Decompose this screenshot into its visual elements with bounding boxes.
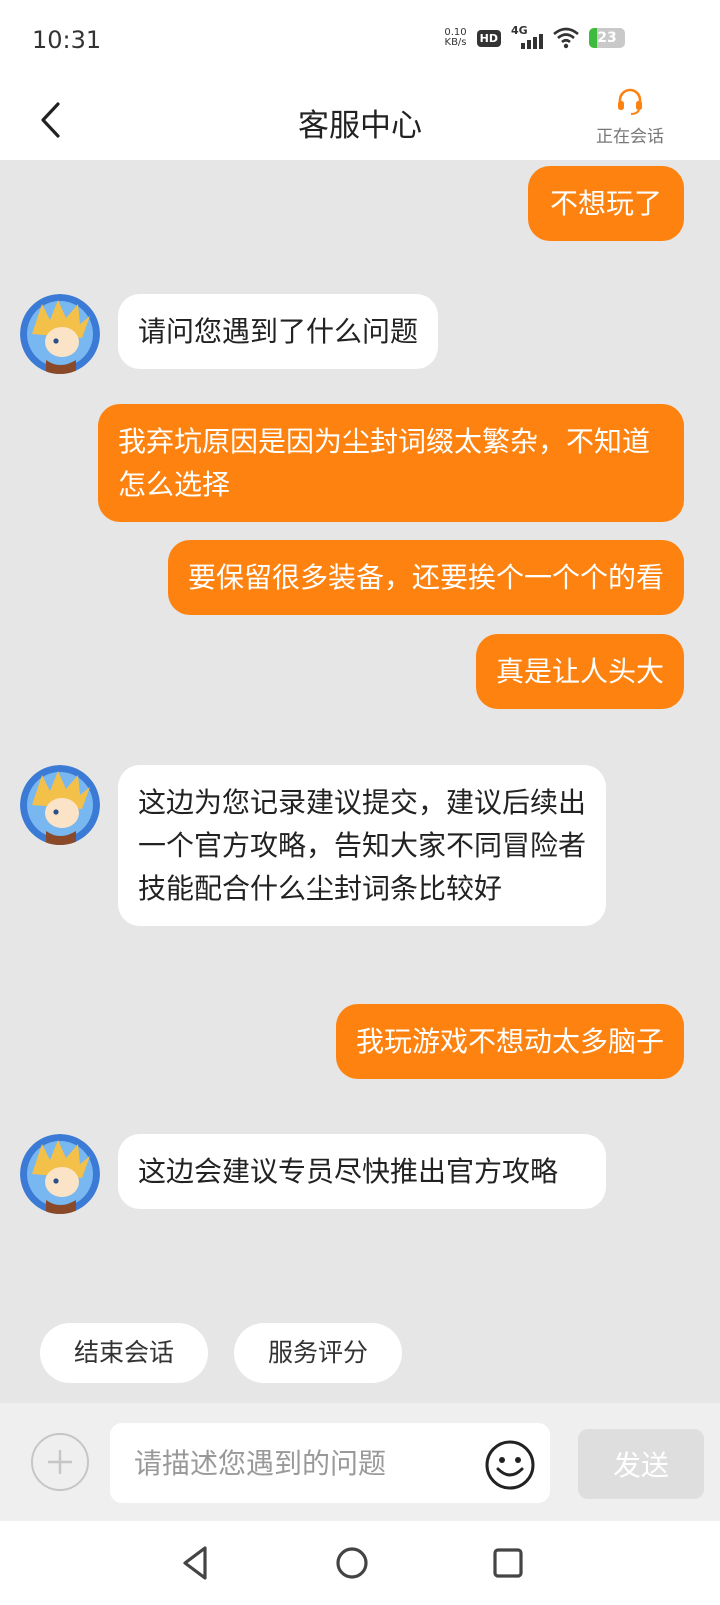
smiley-icon [485, 1440, 535, 1490]
message-bubble-user: 我弃坑原因是因为尘封词缀太繁杂，不知道怎么选择 [98, 404, 684, 522]
attach-button[interactable] [31, 1433, 89, 1491]
header: 客服中心 正在会话 [0, 80, 720, 160]
message-bubble-agent: 这边为您记录建议提交，建议后续出一个官方攻略，告知大家不同冒险者技能配合什么尘封… [118, 765, 606, 926]
message-input[interactable] [134, 1423, 474, 1503]
message-bubble-user: 要保留很多装备，还要挨个一个个的看 [167, 540, 684, 615]
hd-icon: HD [476, 29, 501, 47]
end-session-button[interactable]: 结束会话 [40, 1323, 208, 1383]
send-button[interactable]: 发送 [578, 1429, 704, 1499]
nav-home-icon[interactable] [331, 1542, 373, 1584]
plus-icon [48, 1450, 72, 1474]
agent-avatar [20, 294, 100, 374]
wifi-icon [553, 27, 579, 49]
rate-service-button[interactable]: 服务评分 [234, 1323, 402, 1383]
message-input-container [110, 1423, 550, 1503]
message-bubble-user: 不想玩了 [527, 166, 684, 241]
message-bubble-agent: 这边会建议专员尽快推出官方攻略 [118, 1134, 606, 1209]
status-time: 10:31 [32, 26, 102, 54]
status-icons: 0.10 KB/s HD 4G 23 ⚡ [444, 24, 625, 49]
status-bar: 10:31 0.10 KB/s HD 4G 23 ⚡ [0, 0, 720, 80]
agent-avatar [20, 1134, 100, 1214]
nav-back-icon[interactable] [175, 1542, 217, 1584]
message-bubble-user: 我玩游戏不想动太多脑子 [335, 1004, 684, 1079]
agent-avatar [20, 765, 100, 845]
message-bubble-user: 真是让人头大 [475, 634, 684, 709]
nav-recents-icon[interactable] [487, 1542, 529, 1584]
session-status-button[interactable]: 正在会话 [580, 86, 680, 147]
cellular-signal-icon: 4G [511, 24, 543, 49]
battery-icon: 23 ⚡ [589, 28, 625, 48]
network-speed: 0.10 KB/s [444, 27, 467, 48]
system-nav-bar [0, 1521, 720, 1605]
headset-icon [618, 88, 642, 115]
composer-bar: 发送 [0, 1403, 720, 1521]
message-bubble-agent: 请问您遇到了什么问题 [118, 294, 439, 369]
chat-area[interactable]: 不想玩了 请问您遇到了什么问题 我弃坑原因是因为尘封词缀太繁杂，不知道怎么选择 … [0, 160, 720, 1403]
session-status-label: 正在会话 [596, 127, 664, 147]
emoji-button[interactable] [484, 1439, 536, 1491]
